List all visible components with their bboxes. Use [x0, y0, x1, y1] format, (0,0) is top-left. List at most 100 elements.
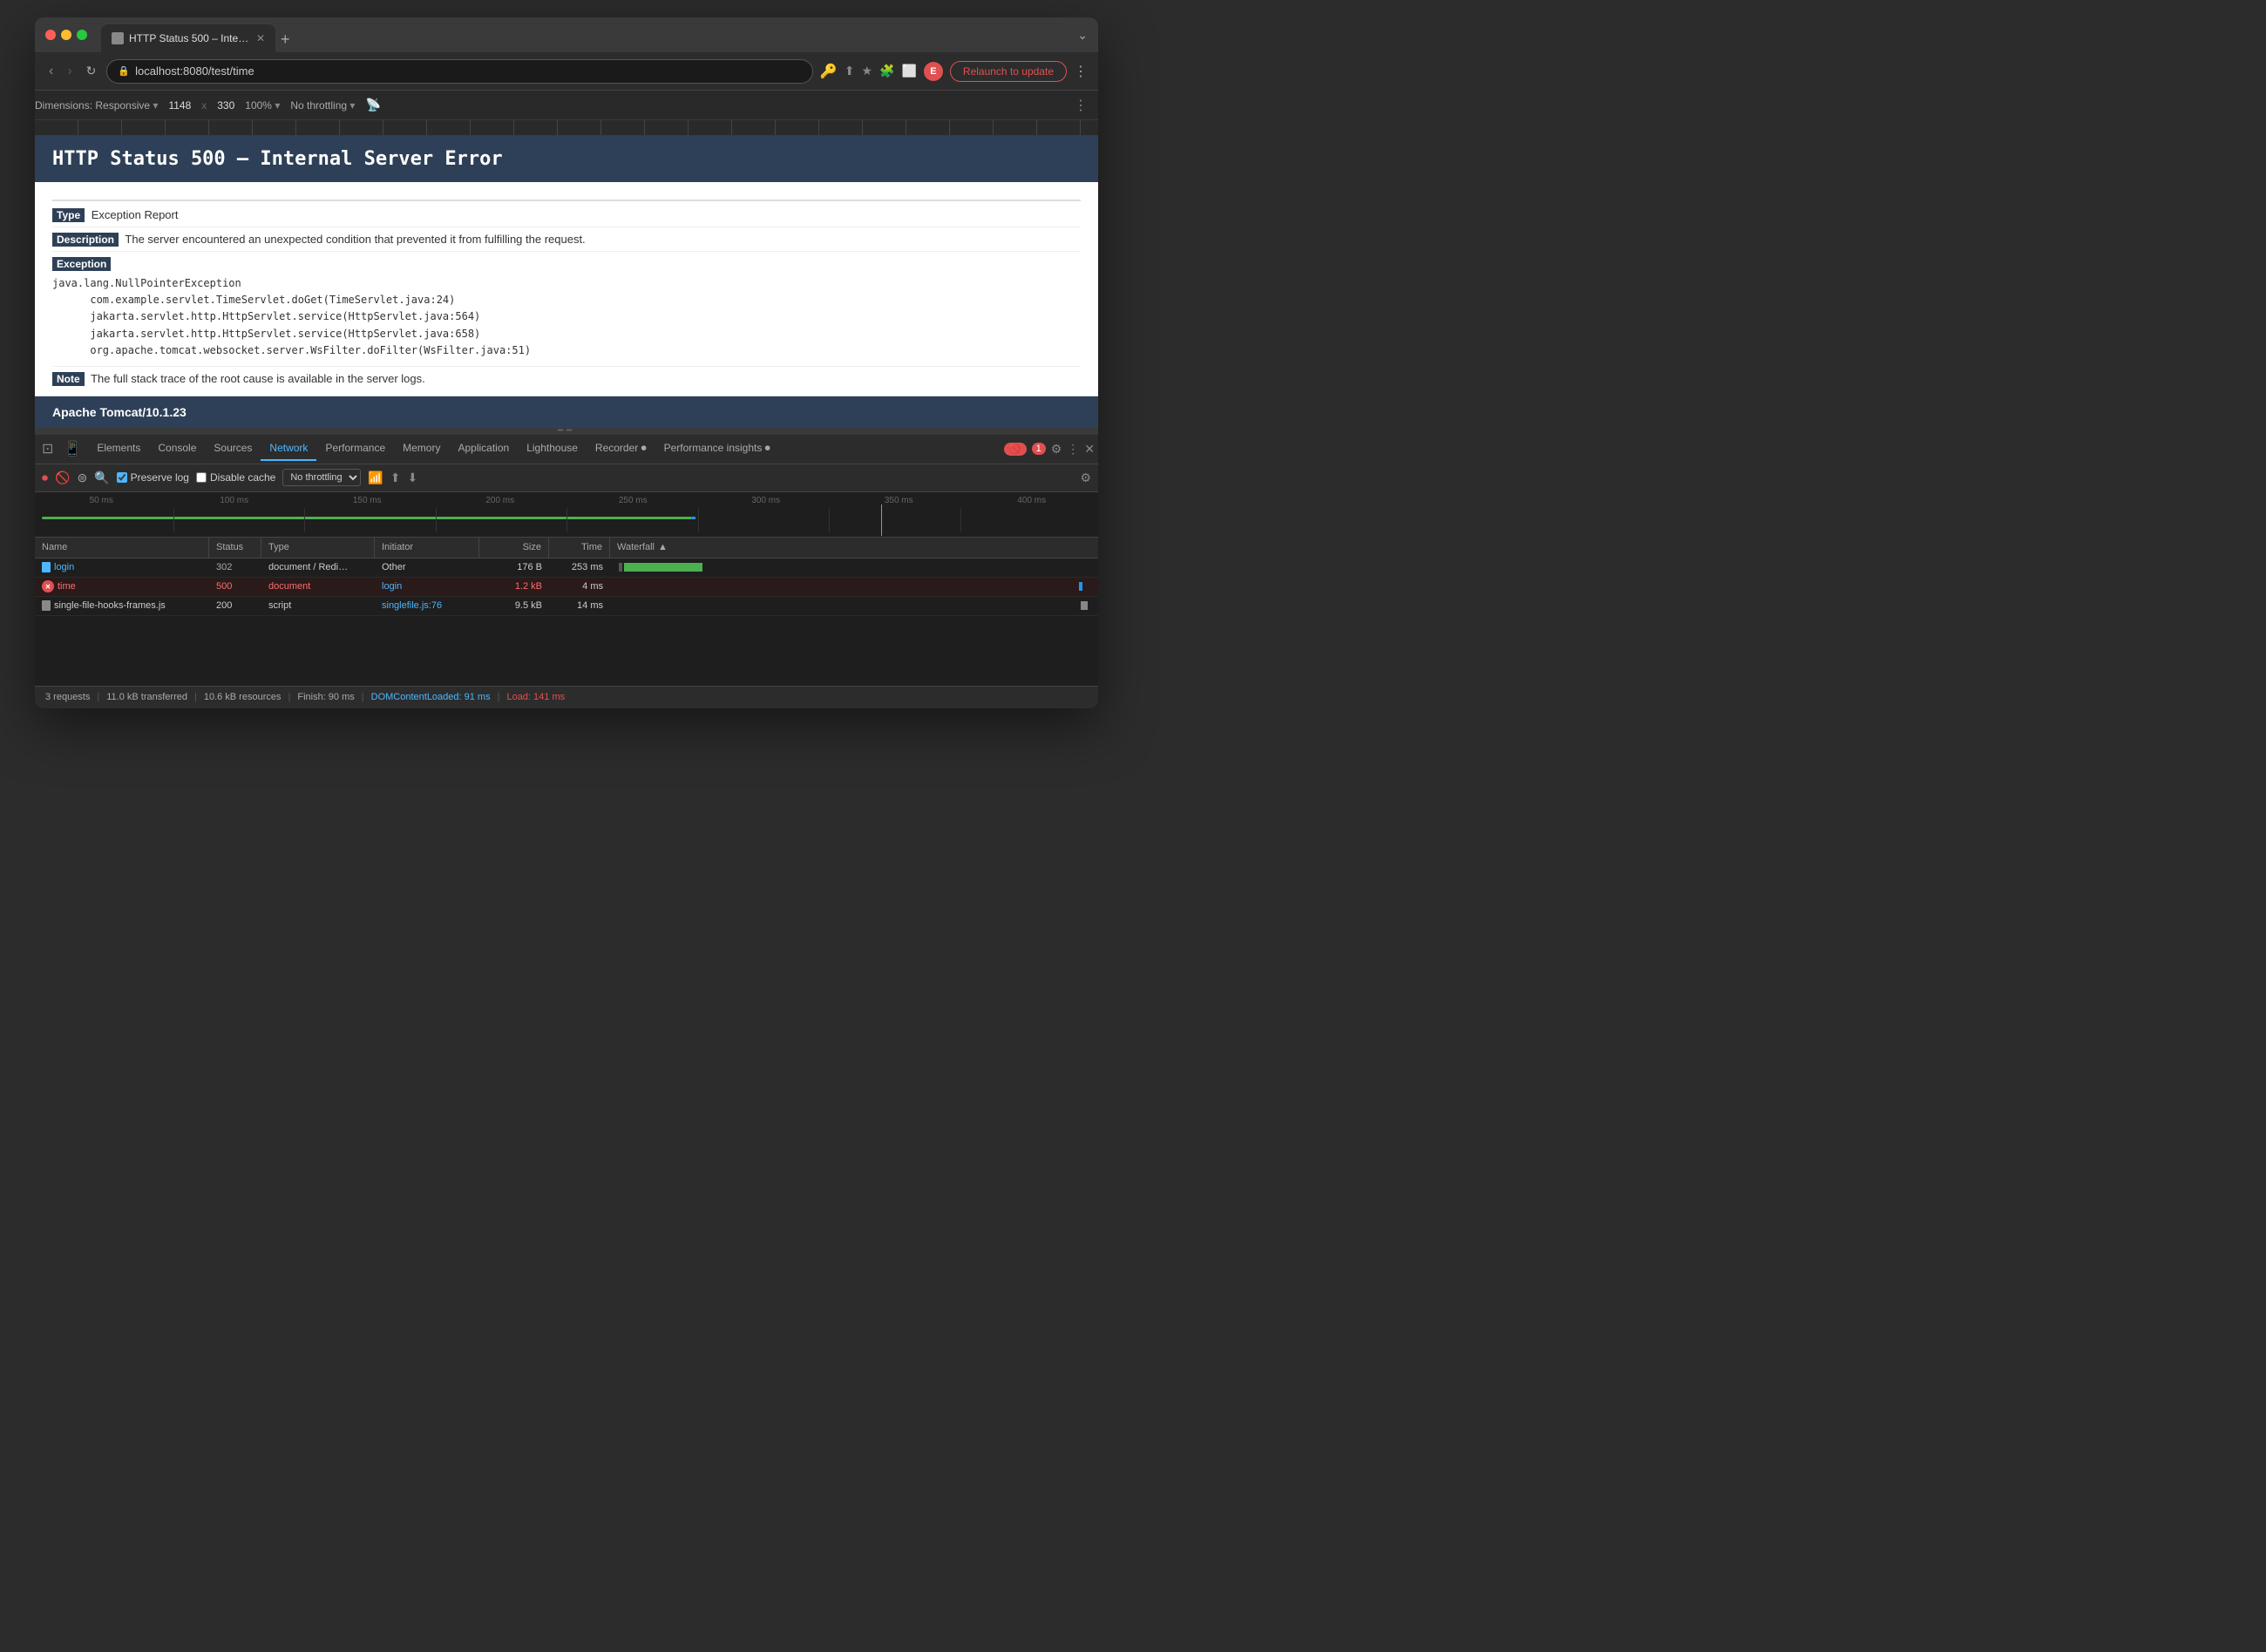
row-waterfall-login	[610, 558, 1098, 577]
devtools-mobile-icon[interactable]: 📱	[60, 437, 85, 461]
tomcat-version: Apache Tomcat/10.1.23	[52, 405, 187, 419]
traffic-light-minimize[interactable]	[61, 30, 71, 40]
dimensions-label[interactable]: Dimensions: Responsive ▾	[35, 99, 158, 112]
dimensions-chevron: ▾	[153, 99, 158, 112]
transferred-size: 11.0 kB transferred	[106, 692, 187, 702]
page-viewport: HTTP Status 500 – Internal Server Error …	[35, 136, 1098, 428]
traffic-light-maximize[interactable]	[77, 30, 87, 40]
tab-lighthouse[interactable]: Lighthouse	[518, 437, 587, 461]
type-section: Type Exception Report	[52, 208, 1081, 221]
more-devtools-icon[interactable]: ⋮	[1067, 442, 1079, 457]
tab-perf-insights[interactable]: Performance insights ⏺	[655, 437, 779, 462]
upload-icon[interactable]: ⬆	[390, 471, 401, 485]
throttling-select[interactable]: No throttling ▾	[290, 99, 355, 112]
tab-application[interactable]: Application	[449, 437, 518, 461]
table-row[interactable]: ✕ time 500 document login 1.2 kB 4 ms	[35, 578, 1098, 597]
disable-cache-label[interactable]: Disable cache	[196, 471, 275, 484]
col-header-initiator[interactable]: Initiator	[375, 538, 479, 558]
timeline-bars	[42, 508, 1091, 532]
title-bar: HTTP Status 500 – Internal S… ✕ + ⌄	[35, 17, 1098, 52]
share-icon[interactable]: ⬆	[845, 64, 855, 78]
cast-icon[interactable]: ⬜	[901, 64, 916, 78]
table-header: Name Status Type Initiator Size Time Wat…	[35, 538, 1098, 559]
download-icon[interactable]: ⬇	[408, 471, 418, 485]
record-stop-button[interactable]: ⏺	[42, 471, 48, 485]
col-header-type[interactable]: Type	[261, 538, 375, 558]
tab-tools-right: 🚫 1 ⚙ ⋮ ✕	[1004, 442, 1095, 457]
devtools-select-icon[interactable]: ⊡	[38, 437, 57, 461]
row-time-time: 4 ms	[549, 581, 610, 592]
col-header-status[interactable]: Status	[209, 538, 261, 558]
wifi-icon[interactable]: 📶	[368, 471, 383, 485]
zoom-chevron: ▾	[275, 99, 280, 112]
col-header-waterfall[interactable]: Waterfall ▲	[610, 538, 1098, 558]
table-row[interactable]: single-file-hooks-frames.js 200 script s…	[35, 597, 1098, 616]
menu-dots-icon[interactable]: ⋮	[1074, 63, 1088, 80]
col-header-size[interactable]: Size	[479, 538, 549, 558]
relaunch-button[interactable]: Relaunch to update	[950, 61, 1067, 82]
row-initiator-js: singlefile.js:76	[375, 600, 479, 611]
browser-chrome: HTTP Status 500 – Internal S… ✕ + ⌄ ‹ › …	[35, 17, 1098, 708]
preserve-log-checkbox[interactable]	[117, 472, 127, 483]
more-options-icon[interactable]: ⋮	[1074, 97, 1088, 114]
load-time: Load: 141 ms	[506, 692, 565, 702]
tab-sources[interactable]: Sources	[205, 437, 261, 461]
error-badge: 🚫	[1004, 443, 1027, 456]
profile-icon[interactable]: E	[924, 62, 943, 81]
col-header-time[interactable]: Time	[549, 538, 610, 558]
tab-bar: HTTP Status 500 – Internal S… ✕ +	[101, 17, 1070, 52]
reload-button[interactable]: ↻	[83, 60, 100, 82]
filter-icon[interactable]: ⊜	[77, 471, 87, 485]
tab-close-icon[interactable]: ✕	[256, 32, 265, 44]
search-icon[interactable]: 🔍	[94, 471, 109, 485]
page-body: Type Exception Report Description The se…	[35, 182, 1098, 396]
row-status-login: 302	[209, 562, 261, 572]
row-type-js: script	[261, 600, 375, 611]
url-bar[interactable]: 🔒 localhost:8080/test/time	[106, 59, 812, 84]
row-time-js: 14 ms	[549, 600, 610, 611]
row-time-login: 253 ms	[549, 562, 610, 572]
col-header-name[interactable]: Name	[35, 538, 209, 558]
finish-time: Finish: 90 ms	[297, 692, 354, 702]
active-tab[interactable]: HTTP Status 500 – Internal S… ✕	[101, 24, 275, 52]
extension-icon[interactable]: 🧩	[879, 64, 894, 78]
key-icon[interactable]: 🔑	[820, 63, 838, 80]
zoom-select[interactable]: 100% ▾	[245, 99, 280, 112]
devtools-tab-bar: ⊡ 📱 Elements Console Sources Network Per…	[35, 435, 1098, 464]
settings-icon[interactable]: ⚙	[1051, 442, 1062, 457]
viewport-height: 330	[217, 99, 234, 112]
tab-recorder[interactable]: Recorder ⏺	[587, 437, 655, 462]
clear-button[interactable]: 🚫	[55, 471, 70, 485]
row-waterfall-js	[610, 596, 1098, 615]
close-devtools-icon[interactable]: ✕	[1084, 442, 1095, 457]
network-table: Name Status Type Initiator Size Time Wat…	[35, 538, 1098, 686]
divider-handle[interactable]: ━━	[35, 428, 1098, 435]
tab-console[interactable]: Console	[149, 437, 205, 461]
preserve-log-label[interactable]: Preserve log	[117, 471, 189, 484]
traffic-lights	[45, 30, 87, 40]
table-row[interactable]: login 302 document / Redi… Other 176 B 2…	[35, 559, 1098, 578]
forward-button[interactable]: ›	[64, 60, 75, 83]
tab-memory[interactable]: Memory	[394, 437, 449, 461]
disable-cache-checkbox[interactable]	[196, 472, 207, 483]
row-size-login: 176 B	[479, 562, 549, 572]
row-size-js: 9.5 kB	[479, 600, 549, 611]
traffic-light-close[interactable]	[45, 30, 56, 40]
new-tab-button[interactable]: +	[281, 30, 290, 49]
tab-elements[interactable]: Elements	[88, 437, 149, 461]
back-button[interactable]: ‹	[45, 60, 57, 83]
address-bar: ‹ › ↻ 🔒 localhost:8080/test/time 🔑 ⬆ ★ 🧩…	[35, 52, 1098, 91]
throttling-select[interactable]: No throttling	[282, 469, 361, 486]
resources-size: 10.6 kB resources	[204, 692, 282, 702]
row-status-time: 500	[209, 581, 261, 592]
row-status-js: 200	[209, 600, 261, 611]
bookmark-icon[interactable]: ★	[861, 64, 872, 78]
tab-network[interactable]: Network	[261, 437, 316, 461]
window-chevron-icon[interactable]: ⌄	[1077, 28, 1088, 43]
network-settings-icon[interactable]: ⚙	[1080, 471, 1091, 485]
description-value: The server encountered an unexpected con…	[125, 233, 585, 246]
sensor-icon[interactable]: 📡	[365, 98, 380, 112]
error-count: 1	[1032, 443, 1046, 455]
page-title: HTTP Status 500 – Internal Server Error	[52, 148, 1081, 170]
tab-performance[interactable]: Performance	[316, 437, 394, 461]
